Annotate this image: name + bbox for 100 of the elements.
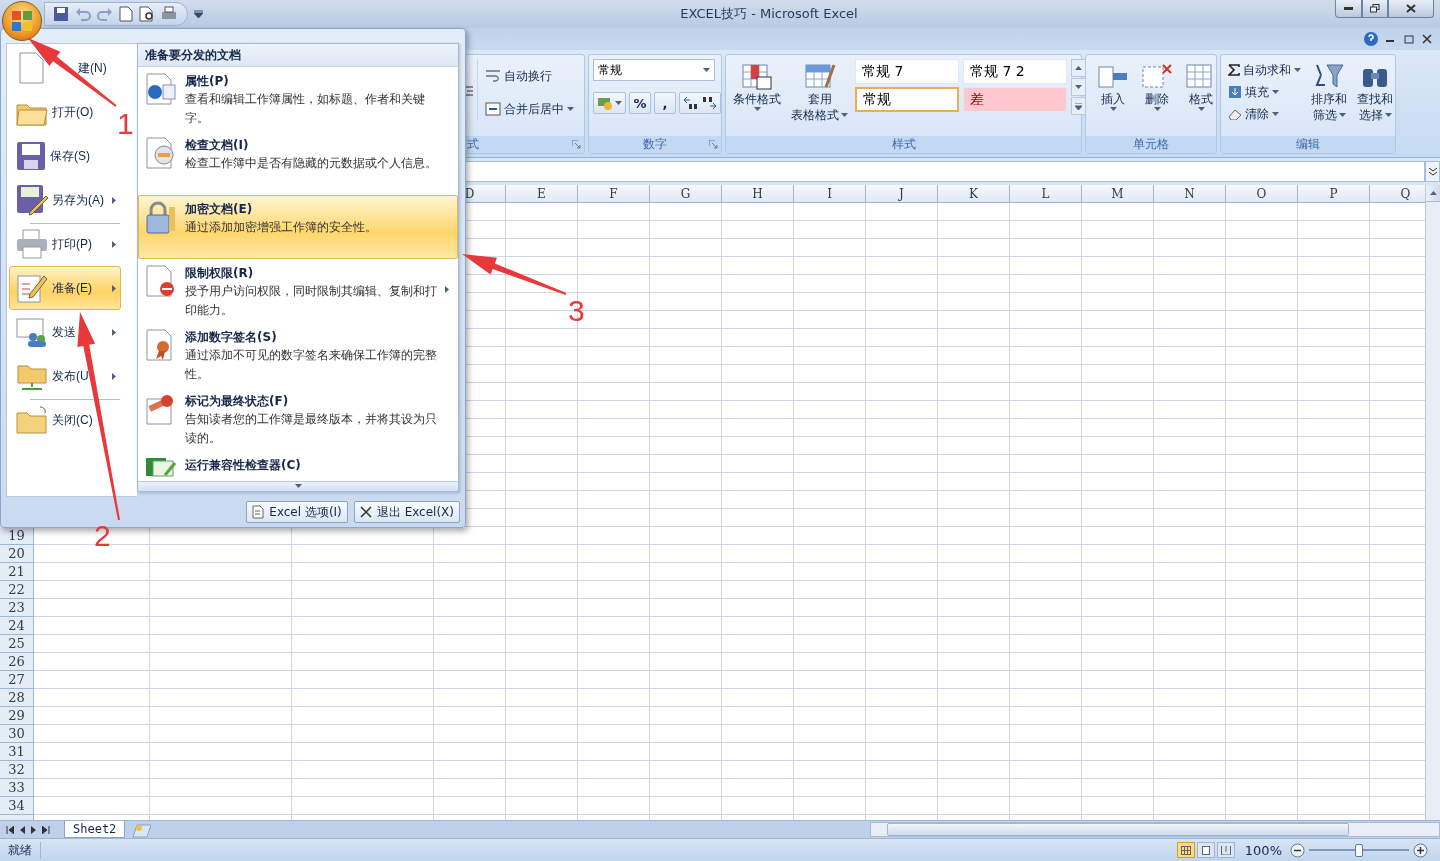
- decimal-buttons[interactable]: [679, 92, 721, 114]
- format-button[interactable]: 格式: [1182, 59, 1220, 113]
- close-icon: [359, 506, 372, 518]
- help-icon[interactable]: [1364, 32, 1378, 46]
- expand-formula-button[interactable]: [1425, 161, 1440, 182]
- zoom-in-icon[interactable]: [1413, 842, 1428, 858]
- close-icon: [1406, 4, 1416, 13]
- column-header[interactable]: E: [506, 185, 578, 202]
- decrease-decimal-icon: [701, 96, 717, 110]
- scroll-up-button[interactable]: [1426, 185, 1440, 202]
- menu-item[interactable]: 建(N): [9, 46, 121, 90]
- dialog-launcher-icon[interactable]: [709, 140, 718, 149]
- horizontal-scrollbar[interactable]: [870, 822, 1440, 837]
- conditional-format-button[interactable]: 条件格式: [730, 59, 784, 113]
- column-header[interactable]: I: [794, 185, 866, 202]
- insert-button[interactable]: 插入: [1094, 59, 1132, 113]
- sort-filter-button[interactable]: 排序和 筛选: [1308, 59, 1350, 125]
- row-header[interactable]: 34: [0, 797, 33, 815]
- row-header[interactable]: 28: [0, 689, 33, 707]
- find-select-button[interactable]: 查找和 选择: [1354, 59, 1396, 125]
- cell-style-option[interactable]: 常规: [855, 87, 959, 112]
- cell-style-option[interactable]: 差: [963, 87, 1067, 112]
- row-header[interactable]: 20: [0, 545, 33, 563]
- page-break-button[interactable]: [1216, 842, 1235, 858]
- currency-button[interactable]: [593, 92, 626, 114]
- row-header[interactable]: 24: [0, 617, 33, 635]
- percent-button[interactable]: %: [629, 92, 651, 114]
- minimize-button[interactable]: [1335, 0, 1362, 18]
- row-header[interactable]: 26: [0, 653, 33, 671]
- cell-style-option[interactable]: 常规 7: [855, 59, 959, 84]
- caret-icon: [1294, 68, 1301, 72]
- submenu-item[interactable]: 标记为最终状态(F) 告知读者您的工作簿是最终版本，并将其设为只读的。: [138, 387, 458, 452]
- previous-sheet-icon[interactable]: [18, 825, 26, 834]
- cell-style-option[interactable]: 常规 7 2: [963, 59, 1067, 84]
- row-header[interactable]: 21: [0, 563, 33, 581]
- dialog-launcher-icon[interactable]: [572, 140, 581, 149]
- customize-caret-icon[interactable]: [194, 10, 203, 18]
- column-header[interactable]: N: [1154, 185, 1226, 202]
- row-header[interactable]: 31: [0, 743, 33, 761]
- zoom-thumb[interactable]: [1355, 843, 1363, 857]
- sheet-tab[interactable]: Sheet2: [64, 821, 126, 838]
- close-icon[interactable]: [1422, 34, 1432, 44]
- page-layout-button[interactable]: [1196, 842, 1215, 858]
- row-header[interactable]: 32: [0, 761, 33, 779]
- menu-item[interactable]: 另存为(A): [9, 178, 121, 222]
- options-button[interactable]: Excel 选项(I): [246, 501, 348, 523]
- caret-icon: [1075, 85, 1082, 89]
- print-preview-icon[interactable]: [139, 6, 155, 22]
- close-button[interactable]: [1388, 0, 1434, 18]
- first-sheet-icon[interactable]: [6, 825, 14, 834]
- format-as-table-button[interactable]: 套用 表格格式: [788, 59, 851, 125]
- next-sheet-icon[interactable]: [30, 825, 38, 834]
- wrap-text-button[interactable]: 自动换行: [482, 65, 577, 87]
- column-header[interactable]: L: [1010, 185, 1082, 202]
- info-document-icon: [145, 73, 177, 106]
- delete-button[interactable]: 删除: [1138, 59, 1176, 113]
- folder-icon: [16, 405, 48, 435]
- submenu-item[interactable]: 限制权限(R) 授予用户访问权限，同时限制其编辑、复制和打印能力。: [138, 259, 458, 324]
- merge-center-button[interactable]: 合并后居中: [482, 98, 577, 120]
- column-header[interactable]: F: [578, 185, 650, 202]
- column-header[interactable]: O: [1226, 185, 1298, 202]
- row-header[interactable]: 30: [0, 725, 33, 743]
- zoom-out-icon[interactable]: [1290, 842, 1305, 858]
- row-header[interactable]: 29: [0, 707, 33, 725]
- submenu-item[interactable]: 属性(P) 查看和编辑工作簿属性，如标题、作者和关键字。: [138, 67, 458, 132]
- clear-button[interactable]: 清除: [1225, 103, 1304, 125]
- printer-icon[interactable]: [161, 6, 177, 22]
- caret-icon: [1153, 107, 1161, 111]
- exit-button[interactable]: 退出 Excel(X): [353, 501, 460, 523]
- number-format-dropdown[interactable]: 常规: [593, 59, 715, 81]
- row-header[interactable]: 23: [0, 599, 33, 617]
- new-document-icon[interactable]: [119, 6, 133, 22]
- column-header[interactable]: G: [650, 185, 722, 202]
- row-header[interactable]: 25: [0, 635, 33, 653]
- submenu-item[interactable]: 运行兼容性检查器(C): [138, 451, 458, 481]
- row-header[interactable]: 33: [0, 779, 33, 797]
- columns-icon: [1220, 845, 1231, 855]
- menu-item[interactable]: 发布(U: [9, 354, 121, 398]
- autosum-button[interactable]: 自动求和: [1225, 59, 1304, 81]
- save-icon[interactable]: [53, 6, 69, 22]
- column-header[interactable]: P: [1298, 185, 1370, 202]
- menu-item[interactable]: 发送: [9, 310, 121, 354]
- column-header[interactable]: M: [1082, 185, 1154, 202]
- row-header[interactable]: 22: [0, 581, 33, 599]
- zoom-level[interactable]: 100%: [1244, 842, 1282, 858]
- normal-view-button[interactable]: [1176, 842, 1195, 858]
- caret-icon: [841, 113, 848, 117]
- restore-icon[interactable]: [1404, 34, 1414, 44]
- submenu-item[interactable]: 添加数字签名(S) 通过添加不可见的数字签名来确保工作簿的完整性。: [138, 323, 458, 388]
- menu-item[interactable]: 准备(E): [9, 266, 121, 310]
- submenu-item[interactable]: 加密文档(E) 通过添加加密增强工作簿的安全性。: [138, 195, 458, 260]
- restore-button[interactable]: [1362, 0, 1388, 18]
- column-header[interactable]: J: [866, 185, 938, 202]
- fill-button[interactable]: 填充: [1225, 81, 1304, 103]
- comma-style-button[interactable]: ,: [654, 92, 676, 114]
- last-sheet-icon[interactable]: [42, 825, 50, 834]
- column-header[interactable]: H: [722, 185, 794, 202]
- row-header[interactable]: 27: [0, 671, 33, 689]
- column-header[interactable]: K: [938, 185, 1010, 202]
- group-label: 数字: [643, 136, 667, 153]
